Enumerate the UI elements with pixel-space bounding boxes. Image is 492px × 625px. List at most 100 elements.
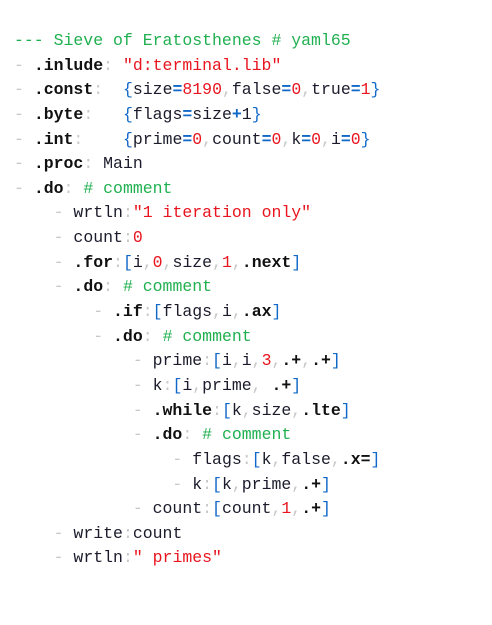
code-line[interactable]: - .const: {size=8190,false=0,true=1} [14,78,380,103]
list-dash: - [14,425,153,445]
code-line[interactable]: - .byte: {flags=size+1} [14,103,380,128]
list-dash: - [14,252,74,272]
punctuation: : [202,499,213,519]
bracket: { [122,80,133,100]
code-line[interactable]: - .do: # comment [14,177,380,202]
list-dash: - [14,228,74,248]
code-line[interactable]: - k:[k,prime,.+] [14,473,380,498]
comment: # comment [83,178,173,198]
code-line[interactable]: - .do: # comment [14,325,380,350]
directive-keyword: .+ [301,474,321,494]
identifier: size [192,104,232,124]
directive-keyword: .while [152,400,213,420]
identifier: k [152,375,163,395]
code-line[interactable]: - wrtln:"1 iteration only" [14,201,380,226]
code-line[interactable]: - write:count [14,522,380,547]
punctuation: : [202,351,213,371]
punctuation: , [291,400,302,420]
bracket: } [370,80,381,100]
identifier: count [152,499,203,519]
identifier: false [231,80,282,100]
code-line[interactable]: - .do: # comment [14,423,380,448]
identifier: k [261,449,272,469]
code-line[interactable]: - .if:[flags,i,.ax] [14,300,380,325]
directive-keyword: .inlude [33,55,104,75]
number-literal: 0 [311,129,322,149]
comment: # comment [202,425,292,445]
code-line[interactable]: - .int: {prime=0,count=0,k=0,i=0} [14,128,380,153]
number-literal: 0 [291,80,302,100]
code-line[interactable]: - prime:[i,i,3,.+,.+] [14,349,380,374]
punctuation: , [192,375,203,395]
number-literal: 0 [132,228,143,248]
code-line[interactable]: - k:[i,prime, .+] [14,374,380,399]
identifier: i [221,302,232,322]
string-literal: " primes" [132,548,222,568]
punctuation: : [182,425,203,445]
punctuation: : [162,375,173,395]
punctuation: , [301,351,312,371]
bracket: ] [330,351,341,371]
bracket: [ [212,351,222,371]
bracket: ] [321,499,331,519]
list-dash: - [14,523,74,543]
identifier: write [73,523,123,543]
number-literal: 1 [360,80,371,100]
list-dash: - [14,351,153,371]
punctuation: , [212,302,222,322]
directive-keyword: .lte [301,400,341,420]
code-line[interactable]: --- Sieve of Eratosthenes # yaml65 [14,29,380,54]
punctuation: : [142,326,163,346]
identifier: 1 [241,104,252,124]
list-dash: - [14,203,74,223]
punctuation: , [301,80,312,100]
directive-keyword: .for [73,252,114,272]
punctuation: : [122,228,133,248]
code-line[interactable]: - count:[count,1,.+] [14,497,380,522]
identifier: wrtln [73,203,123,223]
code-line[interactable]: - wrtln:" primes" [14,546,380,571]
list-dash: - [14,548,74,568]
punctuation: : [241,449,252,469]
code-line[interactable]: - flags:[k,false,.x=] [14,448,380,473]
operator: = [281,80,292,100]
string-literal: "1 iteration only" [132,203,312,223]
code-line[interactable]: - .do: # comment [14,275,380,300]
code-line[interactable]: - .for:[i,0,size,1,.next] [14,251,380,276]
punctuation: , [231,302,242,322]
identifier: i [330,129,341,149]
identifier: size [251,400,292,420]
punctuation: , [231,474,242,494]
string-literal: "d:terminal.lib" [122,55,282,75]
code-line[interactable]: - .while:[k,size,.lte] [14,399,380,424]
directive-keyword: .+ [281,351,302,371]
directive-keyword: .byte [33,104,84,124]
directive-keyword: .do [152,425,183,445]
code-line[interactable]: - .inlude: "d:terminal.lib" [14,54,380,79]
identifier: wrtln [73,548,123,568]
list-dash: - [14,326,114,346]
operator: = [261,129,272,149]
identifier: prime [202,375,252,395]
directive-keyword: .do [113,326,143,346]
identifier: false [281,449,331,469]
list-dash: - [14,55,34,75]
list-dash: - [14,154,34,174]
directive-keyword: .x= [340,449,371,469]
punctuation: , [291,474,302,494]
bracket: } [251,104,262,124]
code-line[interactable]: - .proc: Main [14,152,380,177]
punctuation: : [142,302,153,322]
identifier: size [132,80,173,100]
code-line[interactable]: - count:0 [14,226,380,251]
list-dash: - [14,129,34,149]
punctuation: : [122,523,133,543]
operator: = [301,129,312,149]
code-editor[interactable]: --- Sieve of Eratosthenes # yaml65 - .inl… [14,29,380,571]
bracket: { [122,104,133,124]
number-literal: 0 [350,129,361,149]
directive-keyword: .if [113,302,143,322]
list-dash: - [14,474,193,494]
directive-keyword: .next [241,252,292,272]
identifier: flags [132,104,183,124]
